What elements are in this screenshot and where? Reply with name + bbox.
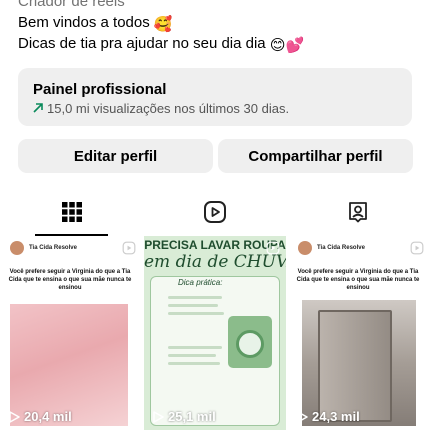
view-count: 24,3 mil [296, 409, 360, 424]
tagged-icon [348, 202, 367, 223]
post-caption: Você prefere seguir a Virginia do que a … [8, 269, 132, 291]
post-thumbnail[interactable]: Tia Cida Resolve Você prefere seguir a V… [0, 236, 142, 430]
bio-line-2: Dicas de tia pra ajudar no seu dia dia 😊… [18, 34, 304, 56]
text-line [168, 312, 224, 315]
post-caption: Você prefere seguir a Virginia do que a … [296, 269, 420, 291]
post-title: PRECISA LAVAR ROUPA [144, 238, 286, 252]
avatar [10, 241, 24, 255]
post-header: Tia Cida Resolve [10, 240, 77, 256]
smiling-hearts-emoji-icon: 🥰 [153, 16, 173, 33]
bio-text-1: Bem vindos a todos [18, 14, 150, 31]
post-thumbnail[interactable]: Tia Cida Resolve Você prefere seguir a V… [288, 236, 430, 430]
post-account-name: Tia Cida Resolve [29, 245, 77, 251]
tab-grid[interactable] [0, 190, 143, 234]
grid-icon [61, 202, 82, 222]
trend-up-icon [33, 101, 43, 116]
tab-tagged[interactable] [286, 190, 429, 234]
post-header: Tia Cida Resolve [298, 240, 365, 256]
reels-icon [122, 241, 136, 255]
edit-profile-button[interactable]: Editar perfil [18, 139, 213, 173]
reels-icon [203, 201, 226, 223]
tab-reels[interactable] [143, 190, 286, 234]
reels-icon [266, 241, 280, 255]
view-count-text: 20,4 mil [24, 409, 72, 424]
pro-panel-title: Painel profissional [33, 81, 167, 98]
text-line [168, 304, 218, 307]
post-thumbnail[interactable]: PRECISA LAVAR ROUPA em dia de CHUVA? Dic… [144, 236, 286, 430]
text-line [168, 362, 220, 365]
view-count: 20,4 mil [8, 409, 72, 424]
post-image [302, 300, 416, 426]
text-line [168, 354, 216, 357]
bio-text-2: Dicas de tia pra ajudar no seu dia dia [18, 35, 266, 52]
play-icon [9, 410, 20, 423]
text-line [168, 296, 222, 299]
reels-icon [410, 241, 424, 255]
avatar [298, 241, 312, 255]
bio-line-1: Bem vindos a todos 🥰 [18, 13, 173, 35]
professional-dashboard[interactable]: Painel profissional 15,0 mi visualizaçõe… [18, 68, 412, 126]
view-count-text: 24,3 mil [312, 409, 360, 424]
post-image [10, 304, 128, 426]
posts-grid: Tia Cida Resolve Você prefere seguir a V… [0, 236, 430, 430]
profile-tabs [0, 190, 430, 236]
post-tip-label: Dica prática: [178, 278, 223, 287]
play-icon [153, 410, 164, 423]
play-icon [297, 410, 308, 423]
text-line [168, 346, 222, 349]
view-count: 25,1 mil [152, 409, 216, 424]
post-account-name: Tia Cida Resolve [317, 245, 365, 251]
post-subtitle: em dia de CHUVA? [144, 252, 286, 272]
pro-panel-stats: 15,0 mi visualizações nos últimos 30 dia… [33, 101, 289, 116]
share-profile-button[interactable]: Compartilhar perfil [218, 139, 413, 173]
blush-heart-emoji-icon: 😊💕 [269, 37, 305, 54]
profile-category: Criador de reels [18, 0, 125, 10]
washing-machine-icon [228, 316, 272, 368]
pro-stats-text: 15,0 mi visualizações nos últimos 30 dia… [47, 101, 290, 116]
view-count-text: 25,1 mil [168, 409, 216, 424]
